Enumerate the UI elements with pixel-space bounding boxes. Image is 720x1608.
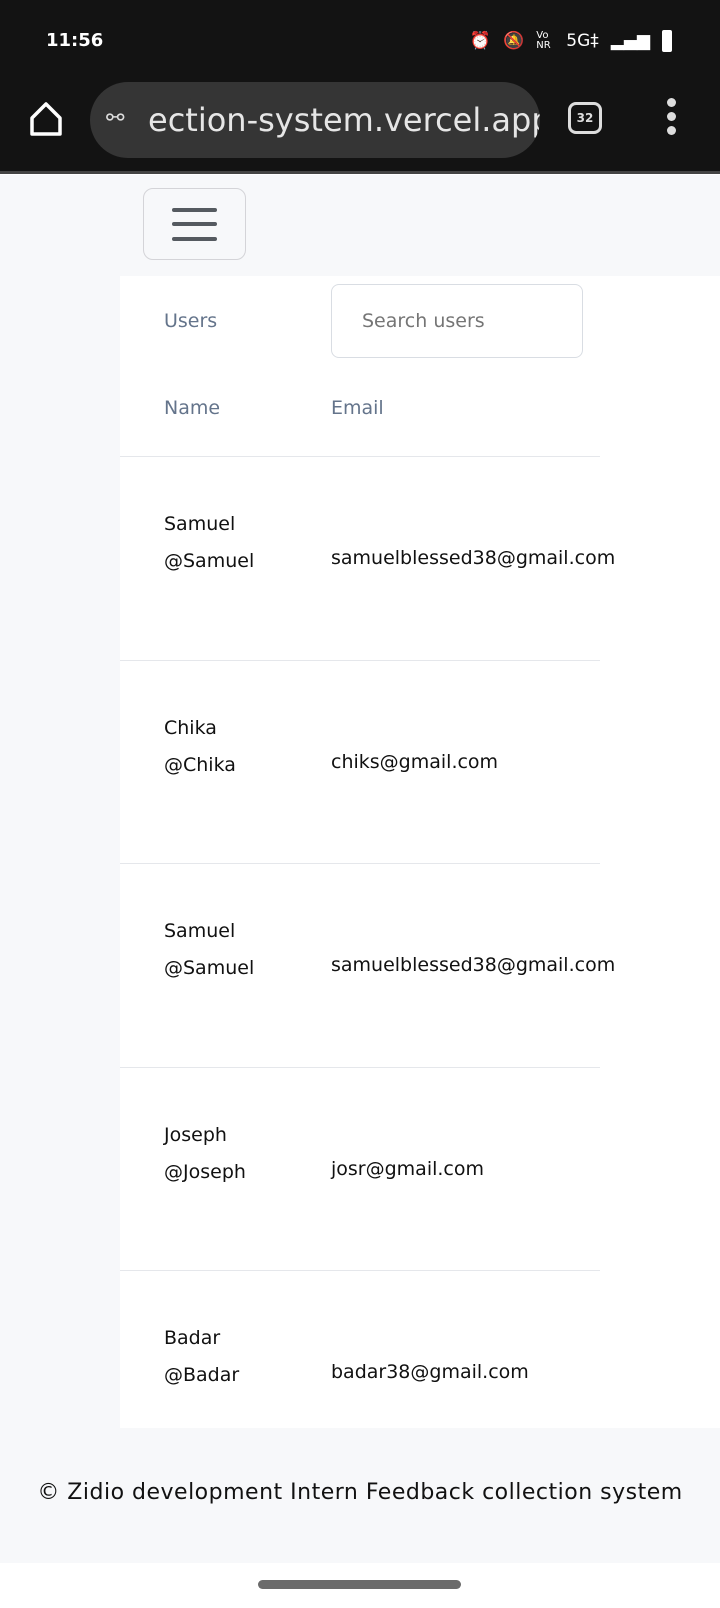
vonr-icon: Vo NR [536,30,551,51]
address-bar[interactable]: ⚯ ection-system.vercel.app [90,82,540,158]
user-email: samuelblessed38@gmail.com [331,547,616,569]
home-icon[interactable] [26,98,66,138]
user-handle: @Samuel [164,550,255,572]
clock: 11:56 [46,30,104,51]
footer-text: © Zidio development Intern Feedback coll… [37,1480,683,1505]
column-header-email: Email [331,397,384,419]
signal-icon: ▂▄▆ [610,31,650,51]
page: Users Name Email Samuel @Samuel samuelbles… [0,175,720,1563]
user-handle: @Samuel [164,957,255,979]
user-name: Badar [164,1327,221,1349]
site-settings-icon[interactable]: ⚯ [106,108,124,130]
battery-icon [662,30,672,52]
table-row[interactable]: Joseph @Joseph josr@gmail.com [120,1066,600,1270]
status-bar: 11:56 ⏰ 🔕 Vo NR 5G‡ ▂▄▆ [0,0,720,78]
bell-off-icon: 🔕 [503,31,525,51]
user-email: samuelblessed38@gmail.com [331,954,616,976]
user-email: josr@gmail.com [331,1157,485,1180]
users-card: Users Name Email Samuel @Samuel samuelbles… [120,276,720,1428]
table-row[interactable]: Samuel @Samuel samuelblessed38@gmail.com [120,456,615,659]
alarm-icon: ⏰ [469,31,492,51]
table-row[interactable]: Samuel @Samuel samuelblessed38@gmail.com [120,863,615,1066]
user-email: chiks@gmail.com [331,750,499,773]
gesture-bar[interactable] [258,1580,461,1589]
more-menu-icon[interactable] [664,98,678,138]
user-name: Samuel [164,920,236,942]
user-name: Chika [164,716,217,739]
5g-icon: 5G‡ [566,31,599,51]
user-handle: @Joseph [164,1160,246,1183]
hamburger-menu-button[interactable] [143,188,246,260]
url-text: ection-system.vercel.app [148,101,540,139]
table-row[interactable]: Chika @Chika chiks@gmail.com [120,659,600,863]
users-label: Users [164,310,218,332]
tab-switcher-button[interactable]: 32 [568,102,602,134]
user-email: badar38@gmail.com [331,1361,529,1383]
user-name: Joseph [164,1123,227,1146]
user-handle: @Badar [164,1364,240,1386]
user-handle: @Chika [164,753,236,776]
user-name: Samuel [164,513,236,535]
search-users-input[interactable] [331,284,583,358]
column-header-name: Name [164,397,221,419]
table-row[interactable]: Badar @Badar badar38@gmail.com [120,1270,600,1473]
status-icons: ⏰ 🔕 Vo NR 5G‡ ▂▄▆ [470,30,672,52]
browser-toolbar: ⚯ ection-system.vercel.app 32 [0,78,720,174]
